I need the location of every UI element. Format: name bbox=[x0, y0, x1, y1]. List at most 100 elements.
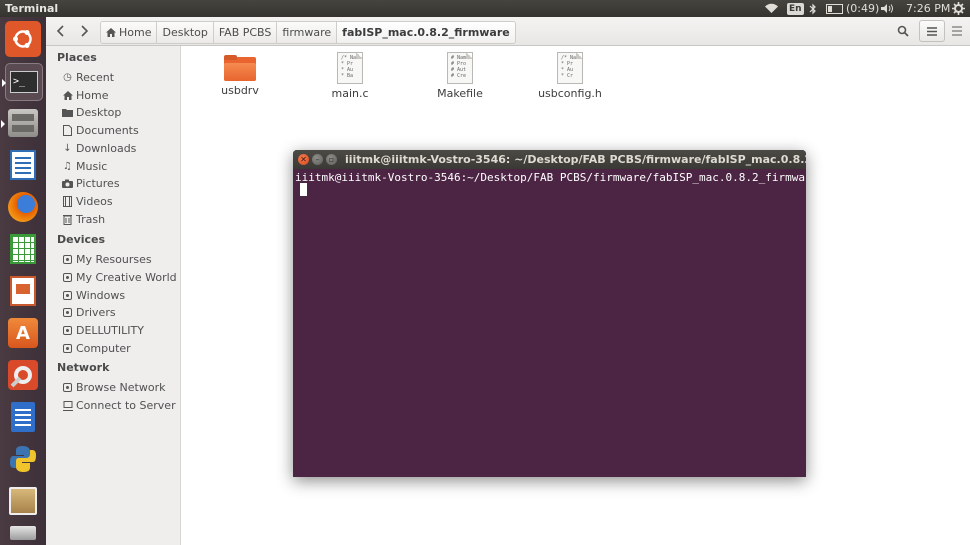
launcher-python-button[interactable] bbox=[5, 441, 41, 477]
close-button[interactable]: ✕ bbox=[298, 154, 309, 165]
home-icon bbox=[62, 90, 73, 101]
sidebar-item-label: Browse Network bbox=[76, 381, 166, 394]
minimize-button[interactable]: – bbox=[312, 154, 323, 165]
forward-button[interactable] bbox=[73, 21, 95, 41]
breadcrumb-fab-pcbs[interactable]: FAB PCBS bbox=[213, 21, 278, 44]
file-item-makefile[interactable]: # Nam # Pro # Aut # Cre Makefile bbox=[425, 52, 495, 100]
terminal-cursor bbox=[300, 183, 307, 196]
breadcrumb-firmware[interactable]: firmware bbox=[277, 21, 338, 44]
sidebar-item-documents[interactable]: Documents bbox=[62, 122, 139, 139]
launcher-settings-button[interactable] bbox=[5, 357, 41, 393]
file-item-main-c[interactable]: /* Na * Pr * Au * Ba main.c bbox=[315, 52, 385, 100]
launcher-impress-button[interactable] bbox=[5, 273, 41, 309]
launcher-writer-button[interactable] bbox=[5, 147, 41, 183]
clock[interactable]: 7:26 PM bbox=[906, 1, 950, 16]
terminal-titlebar[interactable]: ✕ – ▫ iiitmk@iiitmk-Vostro-3546: ~/Deskt… bbox=[293, 150, 806, 169]
launcher-dash-button[interactable] bbox=[5, 21, 41, 57]
sidebar-item-trash[interactable]: Trash bbox=[62, 211, 105, 228]
calc-spreadsheet-icon bbox=[10, 234, 36, 264]
battery-icon bbox=[826, 3, 843, 14]
sidebar-item-label: Videos bbox=[76, 195, 113, 208]
files-cabinet-icon bbox=[8, 109, 38, 137]
server-icon bbox=[62, 400, 73, 411]
sidebar-item-recent[interactable]: ◷ Recent bbox=[62, 69, 114, 86]
launcher-software-center-button[interactable]: A bbox=[5, 315, 41, 351]
python-icon bbox=[10, 446, 36, 472]
sidebar-item-desktop[interactable]: Desktop bbox=[62, 104, 121, 121]
launcher-text-editor-button[interactable] bbox=[5, 399, 41, 435]
sidebar-item-computer[interactable]: Computer bbox=[62, 340, 131, 357]
sidebar-item-drive-my-resourses[interactable]: My Resourses bbox=[62, 251, 152, 268]
breadcrumb-desktop[interactable]: Desktop bbox=[157, 21, 214, 44]
menu-button[interactable] bbox=[944, 20, 970, 42]
sidebar-item-home[interactable]: Home bbox=[62, 87, 108, 104]
text-editor-icon bbox=[11, 402, 35, 432]
sidebar-item-label: Drivers bbox=[76, 306, 116, 319]
wifi-icon[interactable] bbox=[764, 1, 779, 16]
sidebar-item-label: Trash bbox=[76, 213, 106, 226]
maximize-button[interactable]: ▫ bbox=[326, 154, 337, 165]
launcher-terminal-button[interactable]: >_ bbox=[2, 63, 43, 101]
keyboard-indicator[interactable]: En bbox=[787, 1, 804, 16]
sidebar-item-drive-windows[interactable]: Windows bbox=[62, 287, 125, 304]
sidebar-item-label: Home bbox=[76, 89, 109, 102]
breadcrumb-home[interactable]: Home bbox=[100, 21, 158, 44]
launcher-image-viewer-button[interactable] bbox=[5, 483, 41, 519]
preview-line: # Cre bbox=[451, 73, 467, 79]
sidebar-item-drive-drivers[interactable]: Drivers bbox=[62, 304, 116, 321]
terminal-output-area[interactable]: iiitmk@iiitmk-Vostro-3546:~/Desktop/FAB … bbox=[293, 169, 806, 477]
sidebar-item-drive-dellutility[interactable]: DELLUTILITY bbox=[62, 322, 144, 339]
minimize-icon: – bbox=[315, 154, 320, 164]
c-source-file-icon: /* Na * Pr * Au * Ba bbox=[337, 52, 363, 84]
maximize-icon: ▫ bbox=[328, 154, 335, 164]
drive-icon bbox=[62, 290, 73, 301]
back-button[interactable] bbox=[50, 21, 72, 41]
breadcrumb-current-folder[interactable]: fabISP_mac.0.8.2_firmware bbox=[337, 21, 516, 44]
file-name: main.c bbox=[331, 87, 369, 100]
session-gear-icon[interactable] bbox=[952, 1, 965, 16]
folder-icon bbox=[62, 107, 73, 118]
chevron-left-icon bbox=[57, 25, 64, 37]
launcher-files-button[interactable] bbox=[1, 105, 41, 141]
sidebar-item-music[interactable]: ♫ Music bbox=[62, 158, 107, 175]
preview-line: * Cr bbox=[561, 73, 574, 79]
network-header: Network bbox=[57, 361, 110, 374]
sidebar-item-connect-to-server[interactable]: Connect to Server bbox=[62, 397, 176, 414]
preview-line: * Ba bbox=[341, 73, 354, 79]
launcher-firefox-button[interactable] bbox=[5, 189, 41, 225]
firefox-icon bbox=[8, 192, 38, 222]
battery-indicator[interactable]: (0:49) bbox=[826, 1, 879, 16]
bluetooth-icon[interactable] bbox=[809, 1, 817, 16]
places-header: Places bbox=[57, 51, 97, 64]
sidebar-item-downloads[interactable]: ↓ Downloads bbox=[62, 140, 136, 157]
breadcrumb-label: Desktop bbox=[162, 26, 208, 39]
file-name: Makefile bbox=[437, 87, 483, 100]
launcher-calc-button[interactable] bbox=[5, 231, 41, 267]
sidebar-item-label: My Creative World bbox=[76, 271, 177, 284]
sidebar-item-label: Downloads bbox=[76, 142, 137, 155]
sidebar-item-pictures[interactable]: Pictures bbox=[62, 175, 120, 192]
sidebar-item-label: Pictures bbox=[76, 177, 120, 190]
breadcrumb-label: Home bbox=[119, 26, 152, 39]
sidebar-item-drive-my-creative-world[interactable]: My Creative World bbox=[62, 269, 177, 286]
list-icon bbox=[927, 26, 937, 36]
search-button[interactable] bbox=[890, 20, 916, 42]
file-name: usbdrv bbox=[221, 84, 259, 97]
view-list-button[interactable] bbox=[919, 20, 945, 42]
file-item-usbdrv[interactable]: usbdrv bbox=[205, 55, 275, 97]
grid-menu-icon bbox=[952, 26, 962, 36]
sidebar-item-label: Connect to Server bbox=[76, 399, 176, 412]
drive-icon bbox=[62, 343, 73, 354]
home-icon bbox=[106, 28, 116, 37]
breadcrumb-label: FAB PCBS bbox=[218, 26, 272, 39]
sidebar-item-browse-network[interactable]: Browse Network bbox=[62, 379, 165, 396]
sidebar-item-label: My Resourses bbox=[76, 253, 152, 266]
writer-document-icon bbox=[10, 150, 36, 180]
launcher-trash-button[interactable] bbox=[5, 523, 41, 543]
sidebar-item-videos[interactable]: Videos bbox=[62, 193, 113, 210]
volume-icon[interactable] bbox=[880, 1, 894, 16]
close-icon: ✕ bbox=[300, 154, 307, 164]
terminal-title: iiitmk@iiitmk-Vostro-3546: ~/Desktop/FAB… bbox=[345, 153, 806, 166]
drive-icon bbox=[62, 272, 73, 283]
file-item-usbconfig-h[interactable]: /* Na * Pr * Au * Cr usbconfig.h bbox=[535, 52, 605, 100]
